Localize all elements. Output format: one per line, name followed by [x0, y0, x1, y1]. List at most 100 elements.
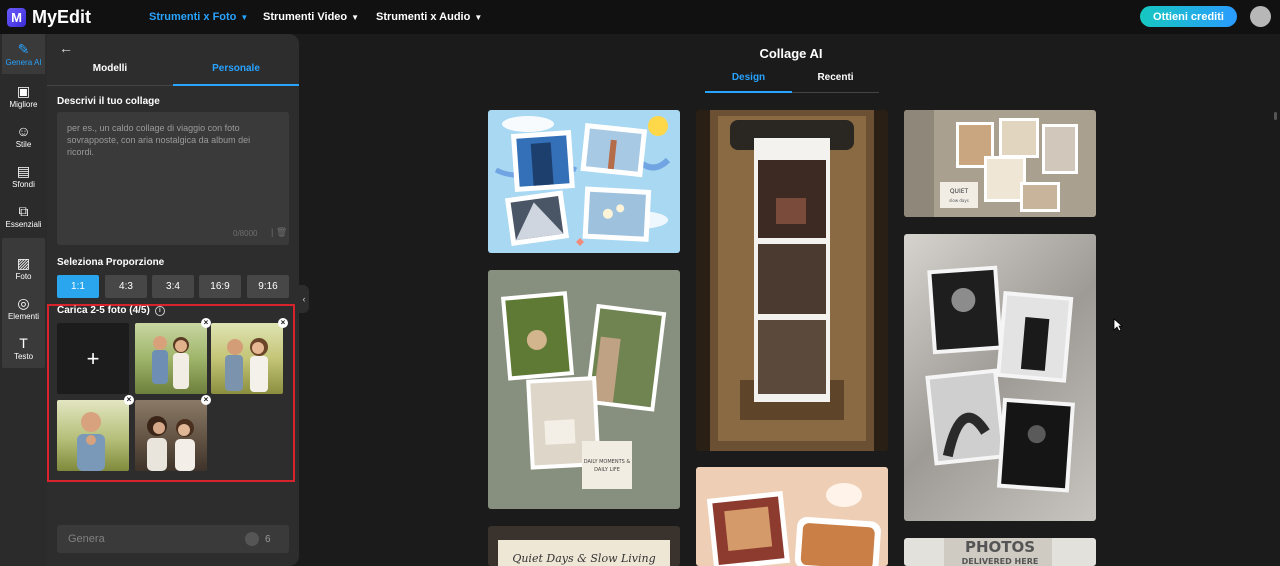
- template-preview-image: [710, 110, 874, 451]
- tab-label: Design: [731, 72, 766, 83]
- ratio-4-3-button[interactable]: 4:3: [105, 275, 147, 298]
- tab-label: Recenti: [817, 72, 854, 83]
- template-card-quiet-days[interactable]: Quiet Days & Slow Living: [488, 526, 680, 566]
- nav-photo-tools-label: Strumenti x Foto: [149, 11, 237, 23]
- nav-video-tools-label: Strumenti Video: [263, 11, 348, 23]
- scrollbar[interactable]: [1274, 112, 1277, 120]
- template-preview-image: QUIET slow days: [904, 110, 1078, 217]
- daily-moments-text: DAILY MOMENTS &: [584, 459, 631, 465]
- brand-logo[interactable]: M MyEdit: [7, 7, 91, 28]
- logo-mark-icon: M: [7, 8, 26, 27]
- generate-cost: 6: [245, 532, 271, 546]
- remove-photo-close-icon[interactable]: ×: [201, 318, 211, 328]
- remove-photo-close-icon[interactable]: ×: [201, 395, 211, 405]
- ratio-title: Seleziona Proporzione: [57, 257, 165, 268]
- uploaded-photo[interactable]: [57, 400, 129, 471]
- chevron-down-icon: ▼: [351, 12, 360, 22]
- template-preview-image: PHOTOS DELIVERED HERE: [944, 538, 1052, 566]
- template-card-bw-portraits[interactable]: [904, 234, 1096, 521]
- info-icon[interactable]: i: [154, 305, 165, 316]
- ratio-16-9-button[interactable]: 16:9: [199, 275, 241, 298]
- tab-design[interactable]: Design: [705, 72, 792, 93]
- sidebar-item-label: Sfondi: [12, 179, 35, 189]
- sidebar-item-essenziali[interactable]: ⧉ Essenziali: [2, 196, 45, 236]
- tool-sidebar: ✎ Genera AI ▣ Migliore ☺ Stile ▤ Sfondi …: [0, 34, 47, 566]
- sidebar-item-label: Genera AI: [5, 57, 42, 67]
- collage-description-input[interactable]: per es., un caldo collage di viaggio con…: [57, 112, 289, 245]
- sidebar-item-stile[interactable]: ☺ Stile: [2, 116, 45, 156]
- quiet-days-text: Quiet Days & Slow Living: [512, 552, 655, 565]
- generate-button[interactable]: Genera 6: [57, 525, 289, 553]
- ratio-1-1-button[interactable]: 1:1: [57, 275, 99, 298]
- credit-coin-icon: [245, 532, 259, 546]
- tab-recenti[interactable]: Recenti: [792, 72, 879, 93]
- template-card-photobooth[interactable]: [696, 110, 888, 451]
- sidebar-item-label: Stile: [15, 139, 32, 149]
- couple-photo-image: [225, 338, 268, 392]
- shapes-icon: ◎: [17, 294, 30, 311]
- uploaded-photo[interactable]: [135, 400, 207, 471]
- back-arrow-icon[interactable]: ←: [59, 40, 73, 56]
- template-preview-image: [706, 483, 881, 566]
- remove-photo-close-icon[interactable]: ×: [278, 318, 288, 328]
- tab-personale[interactable]: Personale: [173, 63, 299, 86]
- add-photo-button[interactable]: +: [57, 323, 129, 394]
- template-card-photos[interactable]: PHOTOS DELIVERED HERE: [904, 538, 1096, 566]
- collapse-panel-chevron-left-icon[interactable]: ‹: [299, 285, 309, 313]
- sidebar-item-label: Migliore: [9, 99, 38, 109]
- mouse-cursor-icon: [1113, 318, 1123, 332]
- template-card-daily-moments[interactable]: DAILY MOMENTS & DAILY LIFE: [488, 270, 680, 509]
- chevron-down-icon: ▼: [240, 12, 249, 22]
- uploaded-photo[interactable]: [211, 323, 283, 394]
- magic-wand-icon: ✎: [17, 40, 30, 57]
- remove-photo-close-icon[interactable]: ×: [124, 395, 134, 405]
- get-credits-button[interactable]: Ottieni crediti: [1140, 6, 1237, 27]
- ratio-9-16-button[interactable]: 9:16: [247, 275, 289, 298]
- nav-photo-tools[interactable]: Strumenti x Foto ▼: [149, 11, 248, 23]
- ratio-3-4-button[interactable]: 3:4: [152, 275, 194, 298]
- generate-cost-value: 6: [265, 533, 271, 545]
- template-preview-image: [494, 116, 671, 246]
- nav-audio-tools[interactable]: Strumenti x Audio ▼: [376, 11, 482, 23]
- sidebar-item-testo[interactable]: T Testo: [2, 328, 45, 368]
- daily-life-text: DAILY LIFE: [594, 467, 620, 473]
- sidebar-item-label: Testo: [13, 351, 34, 361]
- trash-icon[interactable]: | 🗑: [271, 227, 287, 238]
- description-placeholder: per es., un caldo collage di viaggio con…: [67, 123, 251, 157]
- brand-name: MyEdit: [32, 7, 92, 27]
- tab-label: Personale: [212, 63, 260, 74]
- sidebar-item-label: Foto: [15, 271, 32, 281]
- sidebar-item-elementi[interactable]: ◎ Elementi: [2, 288, 45, 328]
- tab-modelli[interactable]: Modelli: [47, 63, 173, 86]
- uploaded-photo[interactable]: [135, 323, 207, 394]
- photo-icon: ▨: [16, 254, 31, 271]
- template-card-quiet[interactable]: QUIET slow days: [904, 110, 1096, 217]
- man-photo-image: [77, 412, 105, 471]
- portrait-style-icon: ☺: [16, 122, 31, 139]
- page-title: Collage AI: [759, 46, 823, 61]
- sidebar-item-label: Elementi: [7, 311, 40, 321]
- nav-video-tools[interactable]: Strumenti Video ▼: [263, 11, 359, 23]
- couple-photo-image: [147, 416, 195, 471]
- avatar[interactable]: [1250, 6, 1271, 27]
- plus-icon: +: [86, 345, 100, 371]
- sidebar-item-genera-ai[interactable]: ✎ Genera AI: [2, 34, 45, 74]
- generate-label: Genera: [68, 533, 105, 545]
- delivered-here-text: DELIVERED HERE: [962, 557, 1039, 566]
- upload-title-text: Carica 2-5 foto (4/5): [57, 305, 150, 316]
- quiet-text: QUIET: [950, 188, 969, 195]
- chevron-down-icon: ▼: [474, 12, 483, 22]
- template-preview-image: DAILY MOMENTS & DAILY LIFE: [500, 291, 667, 489]
- couple-photo-image: [152, 336, 189, 389]
- char-counter: 0/8000: [233, 229, 258, 238]
- describe-title: Descrivi il tuo collage: [57, 96, 160, 107]
- sidebar-item-migliore[interactable]: ▣ Migliore: [2, 76, 45, 116]
- crop-icon: ⧉: [18, 202, 29, 219]
- image-enhance-icon: ▣: [16, 82, 31, 99]
- template-card-travel[interactable]: [488, 110, 680, 253]
- quiet-sub-text: slow days: [949, 198, 969, 203]
- template-card-retro[interactable]: [696, 467, 888, 566]
- text-icon: T: [19, 334, 28, 351]
- sidebar-item-foto[interactable]: ▨ Foto: [2, 248, 45, 288]
- sidebar-item-sfondi[interactable]: ▤ Sfondi: [2, 156, 45, 196]
